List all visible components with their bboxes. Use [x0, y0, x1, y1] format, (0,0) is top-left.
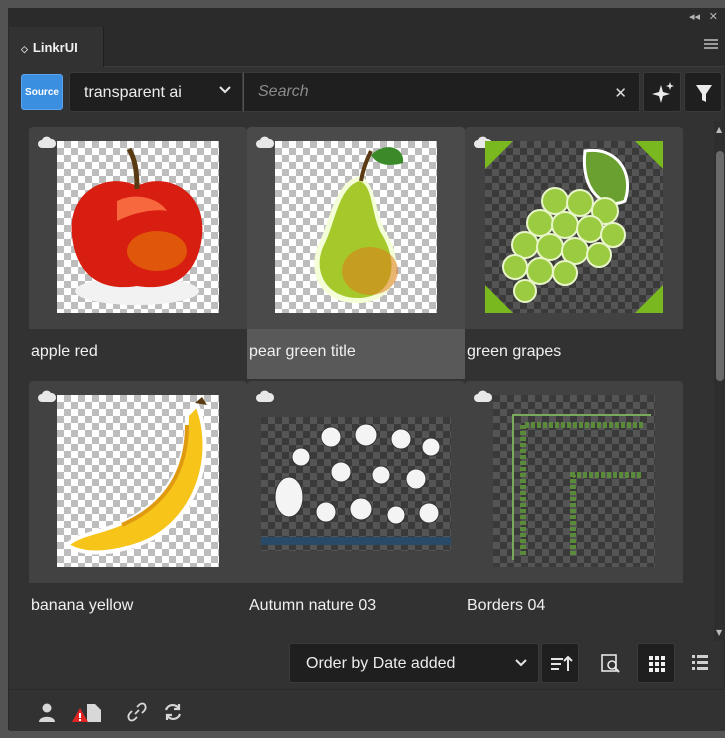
scroll-up-arrow-icon[interactable]: ▲: [716, 125, 722, 134]
asset-label-box: Autumn nature 03: [247, 583, 465, 631]
asset-label: banana yellow: [31, 597, 134, 614]
order-by-label: Order by Date added: [306, 655, 456, 672]
order-by-dropdown[interactable]: Order by Date added: [289, 643, 539, 683]
cloud-icon: [256, 390, 275, 402]
asset-card[interactable]: Autumn nature 03: [247, 381, 465, 631]
asset-label-box: pear green title: [247, 329, 465, 379]
asset-label: apple red: [31, 343, 98, 360]
list-view-icon: [692, 655, 708, 670]
asset-thumbnail: [29, 381, 247, 583]
sort-direction-button[interactable]: [541, 643, 579, 683]
panel-footer: [9, 689, 725, 731]
tab-linkrui[interactable]: ◇ LinkrUI: [9, 27, 104, 67]
borders-image: [493, 395, 655, 567]
tab-chevron-icon: ◇: [21, 44, 28, 54]
close-icon[interactable]: ✕: [709, 10, 718, 23]
sort-ascending-icon: [551, 655, 573, 671]
search-box: ✕: [243, 72, 640, 112]
asset-card[interactable]: pear green title: [247, 127, 465, 379]
link-icon[interactable]: [127, 702, 147, 722]
ai-search-button[interactable]: [643, 72, 681, 112]
cloud-icon: [38, 136, 57, 148]
refresh-icon[interactable]: [163, 702, 183, 722]
grid-view-icon: [649, 656, 665, 672]
asset-label: Autumn nature 03: [249, 597, 377, 614]
linkr-panel: ◂◂ ✕ ◇ LinkrUI Source transparent ai ✕: [8, 8, 725, 731]
asset-label: green grapes: [467, 343, 562, 360]
library-dropdown[interactable]: transparent ai: [69, 72, 243, 112]
chevron-down-icon: [515, 659, 527, 667]
asset-thumbnail: [465, 127, 683, 329]
asset-card[interactable]: apple red: [29, 127, 247, 379]
asset-label: Borders 04: [467, 597, 546, 614]
source-button[interactable]: Source: [21, 74, 63, 110]
asset-card[interactable]: green grapes: [465, 127, 683, 379]
banana-image: [57, 395, 219, 567]
chevron-down-icon: [219, 86, 231, 94]
asset-thumbnail: [465, 381, 683, 583]
tab-title: LinkrUI: [32, 40, 78, 55]
library-dropdown-label: transparent ai: [84, 84, 182, 101]
asset-label-box: banana yellow: [29, 583, 247, 631]
double-chevron-left-icon[interactable]: ◂◂: [689, 10, 700, 23]
search-input[interactable]: [244, 73, 604, 111]
asset-card[interactable]: Borders 04: [465, 381, 683, 631]
asset-label-box: apple red: [29, 329, 247, 379]
panel-top-strip: ◂◂ ✕: [9, 9, 725, 27]
autumn-nature-image: [261, 417, 451, 551]
asset-thumbnail: [247, 381, 465, 583]
asset-grid: apple red pear green title green grapes …: [21, 121, 711, 631]
zoom-preview-icon: [601, 654, 620, 673]
preview-button[interactable]: [591, 643, 629, 683]
asset-label: pear green title: [249, 343, 356, 360]
grapes-image: [485, 141, 663, 313]
sort-toolbar: Order by Date added: [9, 631, 725, 689]
filter-funnel-icon: [696, 85, 712, 102]
tab-bar: ◇ LinkrUI: [9, 27, 725, 67]
clear-search-icon[interactable]: ✕: [614, 84, 627, 102]
search-toolbar: Source transparent ai ✕: [9, 67, 725, 117]
scrollbar-thumb[interactable]: [716, 151, 724, 381]
cloud-icon: [38, 390, 57, 402]
asset-label-box: green grapes: [465, 329, 683, 379]
pear-image: [275, 141, 437, 313]
apple-image: [57, 141, 219, 313]
filter-button[interactable]: [684, 72, 722, 112]
hamburger-menu-icon[interactable]: [704, 39, 718, 51]
asset-card[interactable]: banana yellow: [29, 381, 247, 631]
user-icon[interactable]: [37, 702, 57, 722]
asset-label-box: Borders 04: [465, 583, 683, 631]
list-view-button[interactable]: [681, 643, 719, 683]
resize-grip[interactable]: [345, 731, 375, 735]
grid-view-button[interactable]: [637, 643, 675, 683]
app-frame: ◂◂ ✕ ◇ LinkrUI Source transparent ai ✕: [0, 0, 725, 738]
asset-thumbnail: [29, 127, 247, 329]
vertical-scrollbar[interactable]: ▲ ▼: [714, 121, 725, 641]
sparkle-icon: [652, 82, 674, 103]
cloud-icon: [256, 136, 275, 148]
asset-thumbnail: [247, 127, 465, 329]
cloud-icon: [474, 390, 493, 402]
document-warning-icon[interactable]: [71, 702, 105, 722]
